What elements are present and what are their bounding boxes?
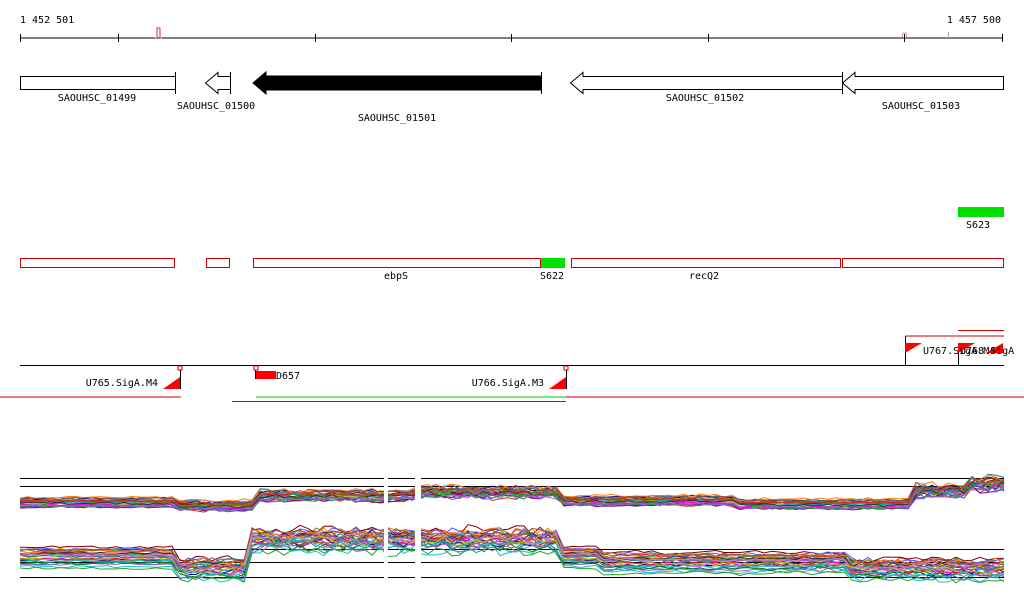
promoter-track: U765.SigA.M4 D657 U766.SigA.M3 U767.SigA… <box>0 330 1024 402</box>
gene-label-01500: SAOUHSC_01500 <box>177 101 255 112</box>
segment-s623[interactable]: S623 <box>958 207 1004 231</box>
red-flag-icon <box>256 371 276 379</box>
ruler-end-label: 1 457 500 <box>947 15 1001 26</box>
gene-label-01502: SAOUHSC_01502 <box>666 93 744 104</box>
gene-saouhsc-01499[interactable]: SAOUHSC_01499 <box>20 72 176 104</box>
promoter-u765-label: U765.SigA.M4 <box>86 378 158 389</box>
gene-saouhsc-01502[interactable]: SAOUHSC_01502 <box>569 71 843 104</box>
feature-box-5[interactable] <box>842 258 1004 268</box>
promoter-u766[interactable]: U766.SigA.M3 <box>472 365 569 389</box>
red-flag-icon <box>163 377 180 389</box>
feature-box-ebps[interactable] <box>253 258 541 268</box>
gene-saouhsc-01503[interactable]: SAOUHSC_01503 <box>841 71 1004 113</box>
promoter-u768-label: U768.SigA <box>960 346 1014 357</box>
expression-profiles-upper <box>19 473 1005 513</box>
expression-profiles-lower <box>19 524 1005 584</box>
ruler-marker <box>155 27 162 39</box>
gene-saouhsc-01501[interactable]: SAOUHSC_01501 <box>252 70 542 124</box>
gene-label-01503: SAOUHSC_01503 <box>882 101 960 112</box>
gene-label-01501: SAOUHSC_01501 <box>358 113 436 124</box>
promoter-d657-label: D657 <box>276 371 300 382</box>
gene-saouhsc-01500[interactable]: SAOUHSC_01500 <box>177 71 255 112</box>
promoter-u766-label: U766.SigA.M3 <box>472 378 544 389</box>
feature-box-2[interactable] <box>206 258 230 268</box>
coordinate-ruler: 1 452 501 1 457 500 <box>20 15 1003 42</box>
gene-track: SAOUHSC_01499 SAOUHSC_01500 SAOUHSC_0150… <box>20 70 1004 124</box>
segment-track: S623 ebpS S622 recQ2 <box>20 207 1004 282</box>
expression-track-lower <box>19 524 1005 584</box>
ruler-start-label: 1 452 501 <box>20 15 74 26</box>
red-flag-icon <box>549 377 566 389</box>
segment-s622-label: S622 <box>540 271 564 282</box>
feature-box-recq2[interactable] <box>571 258 841 268</box>
segment-s622[interactable]: S622 <box>540 258 565 282</box>
promoter-d657[interactable]: D657 <box>253 365 300 382</box>
red-flag-icon <box>905 343 922 353</box>
feature-box-1[interactable] <box>20 258 175 268</box>
segment-s623-label: S623 <box>966 220 990 231</box>
genome-browser[interactable]: 1 452 501 1 457 500 SAOUHSC_01499 SAOUHS… <box>0 0 1024 611</box>
expression-track-upper <box>19 473 1005 513</box>
feature-label-recq2: recQ2 <box>689 271 719 282</box>
feature-label-ebps: ebpS <box>384 271 408 282</box>
promoter-u765[interactable]: U765.SigA.M4 <box>86 365 183 389</box>
gene-label-01499: SAOUHSC_01499 <box>58 93 136 104</box>
